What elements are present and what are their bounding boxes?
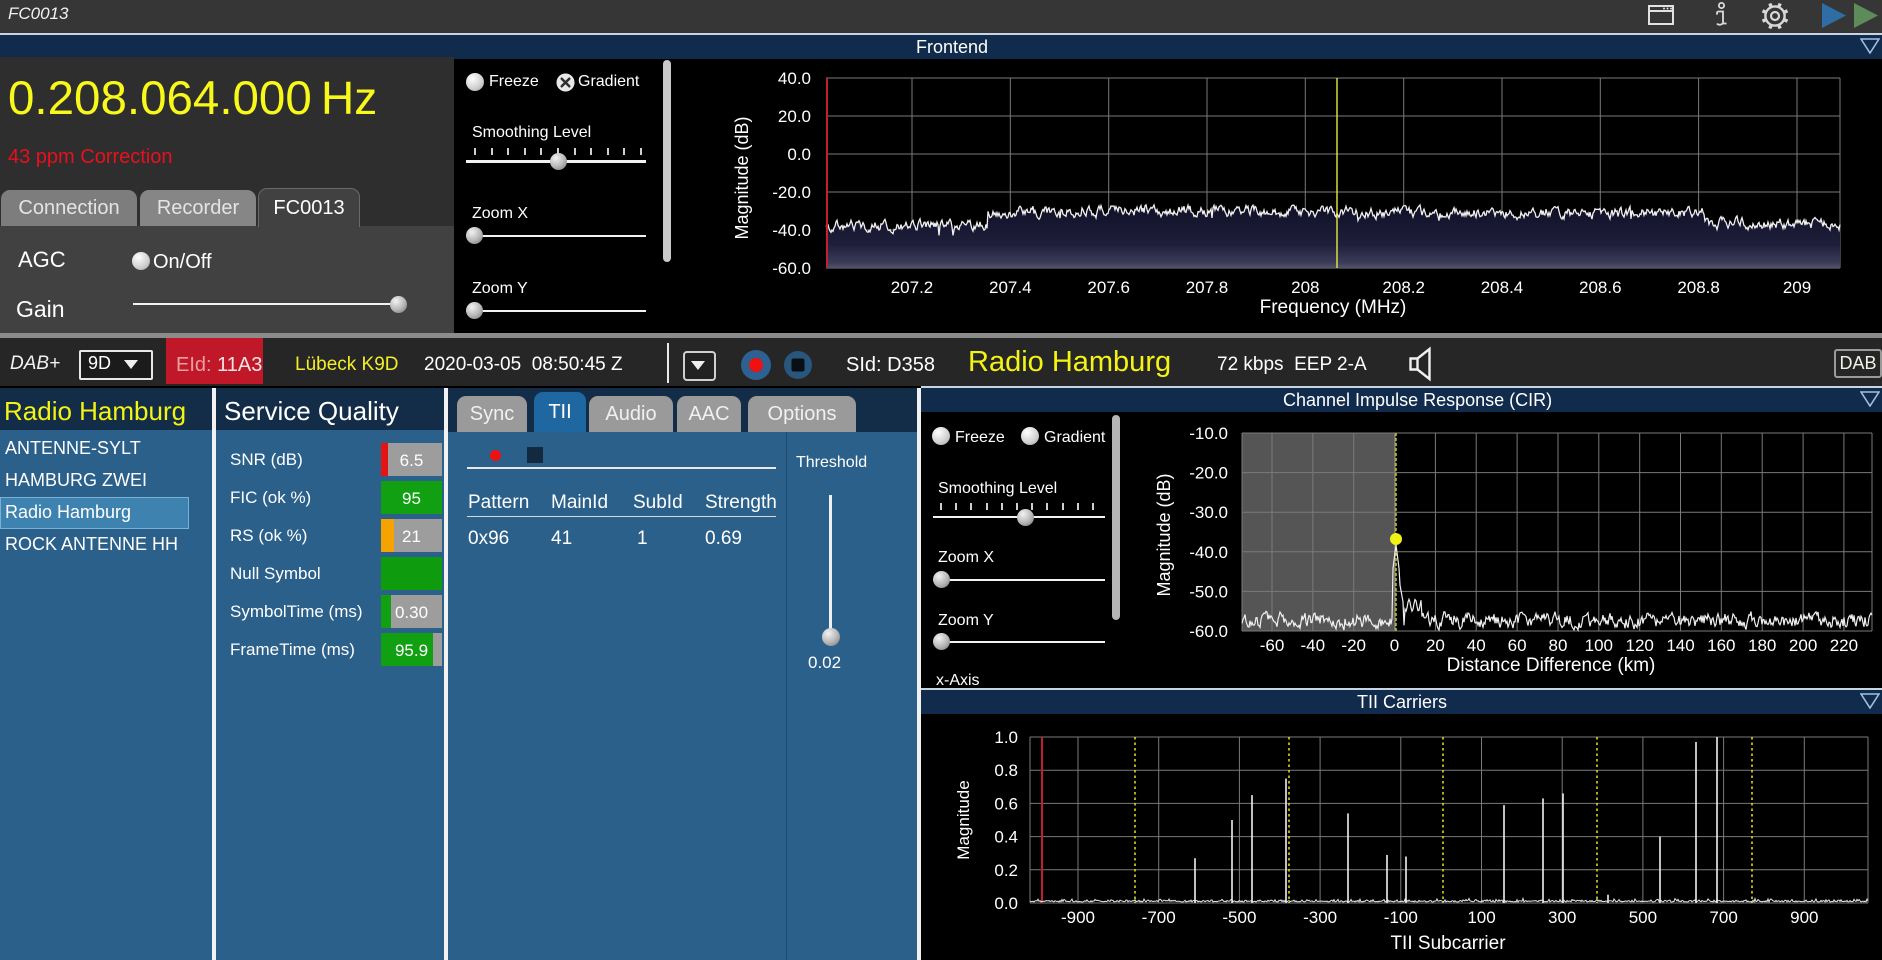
svg-text:500: 500 [1629,908,1657,927]
svg-text:1.0: 1.0 [994,728,1018,747]
svg-text:-300: -300 [1303,908,1337,927]
svg-text:300: 300 [1548,908,1576,927]
svg-text:-900: -900 [1061,908,1095,927]
svg-text:0.2: 0.2 [994,861,1018,880]
svg-text:700: 700 [1709,908,1737,927]
svg-text:TII Subcarrier: TII Subcarrier [1390,933,1506,954]
svg-text:-100: -100 [1384,908,1418,927]
svg-text:100: 100 [1467,908,1495,927]
svg-text:0.0: 0.0 [994,894,1018,913]
svg-text:900: 900 [1790,908,1818,927]
svg-text:0.6: 0.6 [994,794,1018,813]
svg-text:-700: -700 [1142,908,1176,927]
svg-text:0.4: 0.4 [994,828,1018,847]
svg-text:-500: -500 [1222,908,1256,927]
svg-text:0.8: 0.8 [994,761,1018,780]
svg-text:Magnitude: Magnitude [954,780,973,859]
